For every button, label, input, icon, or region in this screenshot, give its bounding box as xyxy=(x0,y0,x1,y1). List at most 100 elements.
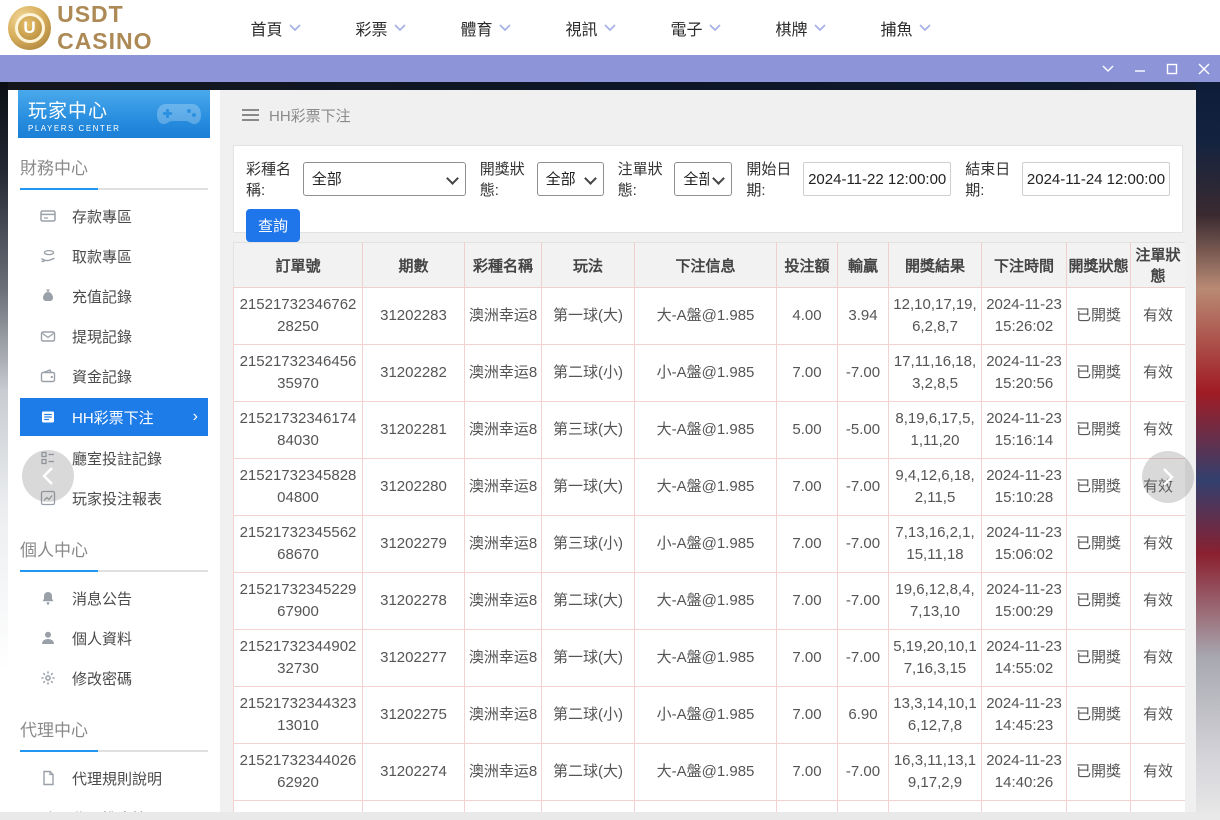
sidebar-item-label: 取款專區 xyxy=(72,246,132,267)
table-cell xyxy=(777,801,838,813)
table-cell: 大-A盤@1.985 xyxy=(635,744,777,801)
draw-status-select[interactable]: 全部 xyxy=(537,162,604,196)
order-status-label: 注單狀態: xyxy=(618,158,670,200)
start-date-input[interactable] xyxy=(803,162,951,196)
table-cell: 2152173234402662920 xyxy=(234,744,363,801)
lottery-bet-icon xyxy=(40,409,56,425)
sidebar-item-funds-record[interactable]: 資金記錄 xyxy=(20,356,208,396)
chevron-down-icon[interactable] xyxy=(1092,55,1124,82)
table-cell xyxy=(465,801,542,813)
maximize-icon[interactable] xyxy=(1156,55,1188,82)
sidebar-item-lottery-bet[interactable]: HH彩票下注› xyxy=(20,398,208,436)
sidebar-item-person[interactable]: 個人資料 xyxy=(20,618,208,658)
sidebar-item-deposit[interactable]: 存款專區 xyxy=(20,196,208,236)
table-cell xyxy=(363,801,465,813)
table-cell: 小-A盤@1.985 xyxy=(635,687,777,744)
sidebar-item-withdraw[interactable]: 取款專區 xyxy=(20,236,208,276)
end-date-label: 結束日期: xyxy=(965,158,1017,200)
table-cell: 已開獎 xyxy=(1067,459,1131,516)
table-cell: 2152173234582804800 xyxy=(234,459,363,516)
lottery-name-select[interactable]: 全部 xyxy=(303,162,466,196)
sidebar-item-label: 個人資料 xyxy=(72,628,132,649)
table-cell: 5,19,20,10,17,16,3,15 xyxy=(889,630,982,687)
filter-panel: 彩種名稱: 全部 開獎狀態: 全部 注單狀態: 全部 開始日期: 結束日期: 查… xyxy=(233,145,1183,233)
table-cell: 7.00 xyxy=(777,345,838,402)
close-icon[interactable] xyxy=(1188,55,1220,82)
table-cell: 第二球(小) xyxy=(542,345,635,402)
column-header: 下注時間 xyxy=(982,243,1067,288)
table-cell: 澳洲幸运8 xyxy=(465,345,542,402)
table-cell: 31202275 xyxy=(363,687,465,744)
sidebar-item-cashout-record[interactable]: 提現記錄 xyxy=(20,316,208,356)
table-cell: 31202279 xyxy=(363,516,465,573)
recharge-record-icon xyxy=(40,288,56,304)
table-cell: 澳洲幸运8 xyxy=(465,630,542,687)
usdt-coin-icon: U xyxy=(8,6,51,50)
sidebar-item-label: HH彩票下注 xyxy=(72,407,154,428)
table-cell: -7.00 xyxy=(838,744,889,801)
column-header: 訂單號 xyxy=(234,243,363,288)
nav-item[interactable]: 棋牌 xyxy=(748,0,853,55)
sidebar-item-bell[interactable]: 消息公告 xyxy=(20,578,208,618)
draw-status-label: 開獎狀態: xyxy=(480,158,532,200)
players-center-header: 玩家中心 PLAYERS CENTER xyxy=(18,90,210,138)
table-cell: 2024-11-23 14:40:26 xyxy=(982,744,1067,801)
table-body: 215217323467622825031202283澳洲幸运8第一球(大)大-… xyxy=(234,288,1186,813)
nav-item[interactable]: 體育 xyxy=(433,0,538,55)
site-logo[interactable]: U USDT CASINO xyxy=(8,1,223,55)
chevron-down-icon xyxy=(289,24,301,32)
table-cell: 第三球(大) xyxy=(542,402,635,459)
table-row: 215217323464563597031202282澳洲幸运8第二球(小)小-… xyxy=(234,345,1186,402)
sidebar-item-label: 修改密碼 xyxy=(72,668,132,689)
table-cell: 7,13,16,2,1,15,11,18 xyxy=(889,516,982,573)
menu-toggle-icon[interactable] xyxy=(242,109,259,121)
nav-item-label: 棋牌 xyxy=(775,16,807,40)
table-cell: 澳洲幸运8 xyxy=(465,402,542,459)
table-cell: 有效 xyxy=(1131,288,1186,345)
chevron-down-icon xyxy=(499,24,511,32)
search-button[interactable]: 查詢 xyxy=(246,209,300,242)
panel-expand-right-button[interactable] xyxy=(1142,451,1194,503)
column-header: 注單狀態 xyxy=(1131,243,1186,288)
withdraw-icon xyxy=(40,248,56,264)
deposit-icon xyxy=(40,208,56,224)
nav-item[interactable]: 視訊 xyxy=(538,0,643,55)
share-icon xyxy=(40,810,56,812)
nav-item[interactable]: 捕魚 xyxy=(853,0,958,55)
table-cell: 已開獎 xyxy=(1067,744,1131,801)
table-cell: -7.00 xyxy=(838,573,889,630)
table-cell: 2024-11-23 15:00:29 xyxy=(982,573,1067,630)
minimize-icon[interactable] xyxy=(1124,55,1156,82)
column-header: 期數 xyxy=(363,243,465,288)
order-status-select[interactable]: 全部 xyxy=(674,162,732,196)
sidebar-item-gear[interactable]: 修改密碼 xyxy=(20,658,208,698)
sidebar-item-label: 消息公告 xyxy=(72,588,132,609)
bets-table-container: 訂單號期數彩種名稱玩法下注信息投注額輸贏開獎結果下注時間開獎狀態注單狀態 215… xyxy=(233,242,1185,812)
sidebar-item-document[interactable]: 代理規則說明 xyxy=(20,758,208,798)
nav-item[interactable]: 彩票 xyxy=(328,0,433,55)
chevron-down-icon xyxy=(709,24,721,32)
table-cell: 7.00 xyxy=(777,744,838,801)
table-cell: 澳洲幸运8 xyxy=(465,573,542,630)
column-header: 輸贏 xyxy=(838,243,889,288)
app-screen: U USDT CASINO 首頁彩票體育視訊電子 棋牌 捕魚 玩家中心 PLAYER… xyxy=(0,0,1220,820)
nav-item[interactable]: 電子 xyxy=(643,0,748,55)
table-cell: 大-A盤@1.985 xyxy=(635,630,777,687)
nav-item[interactable]: 首頁 xyxy=(223,0,328,55)
end-date-input[interactable] xyxy=(1022,162,1170,196)
table-cell: 17,11,16,18,3,2,8,5 xyxy=(889,345,982,402)
table-cell: 31202281 xyxy=(363,402,465,459)
table-cell: 2024-11-23 14:55:02 xyxy=(982,630,1067,687)
sidebar-item-share[interactable]: 代理推廣管理 xyxy=(20,798,208,812)
sidebar-item-recharge-record[interactable]: 充值記錄 xyxy=(20,276,208,316)
table-cell xyxy=(1131,801,1186,813)
table-cell: 第三球(小) xyxy=(542,516,635,573)
table-cell: 第一球(大) xyxy=(542,630,635,687)
person-icon xyxy=(40,630,56,646)
table-cell: 5.00 xyxy=(777,402,838,459)
table-cell: 已開獎 xyxy=(1067,402,1131,459)
table-cell: 大-A盤@1.985 xyxy=(635,288,777,345)
table-row: 215217323455626867031202279澳洲幸运8第三球(小)小-… xyxy=(234,516,1186,573)
panel-collapse-left-button[interactable] xyxy=(22,450,74,502)
sidebar-item-label: 存款專區 xyxy=(72,206,132,227)
